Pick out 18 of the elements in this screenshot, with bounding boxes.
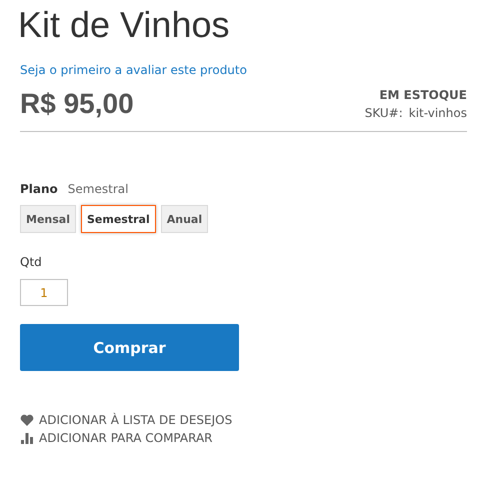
review-link[interactable]: Seja o primeiro a avaliar este produto <box>20 62 247 78</box>
plan-option[interactable]: Mensal <box>20 205 76 233</box>
product-title: Kit de Vinhos <box>18 3 230 47</box>
bar-chart-icon <box>20 432 34 444</box>
quantity-field[interactable]: 1 <box>20 279 68 306</box>
price: R$ 95,00 <box>20 87 134 121</box>
heart-icon <box>20 414 34 426</box>
sku-label: SKU#: <box>364 105 403 122</box>
wishlist-link[interactable]: ADICIONAR À LISTA DE DESEJOS <box>39 412 232 428</box>
plan-option[interactable]: Anual <box>160 205 208 233</box>
buy-button[interactable]: Comprar <box>20 324 239 371</box>
plan-option[interactable]: Semestral <box>80 205 156 233</box>
sku-value: kit-vinhos <box>408 105 467 122</box>
stock-status: EM ESTOQUE <box>379 87 467 104</box>
plan-label: Plano <box>20 182 58 196</box>
plan-value: Semestral <box>68 182 128 196</box>
quantity-label: Qtd <box>20 255 42 269</box>
compare-link[interactable]: ADICIONAR PARA COMPARAR <box>39 430 212 446</box>
